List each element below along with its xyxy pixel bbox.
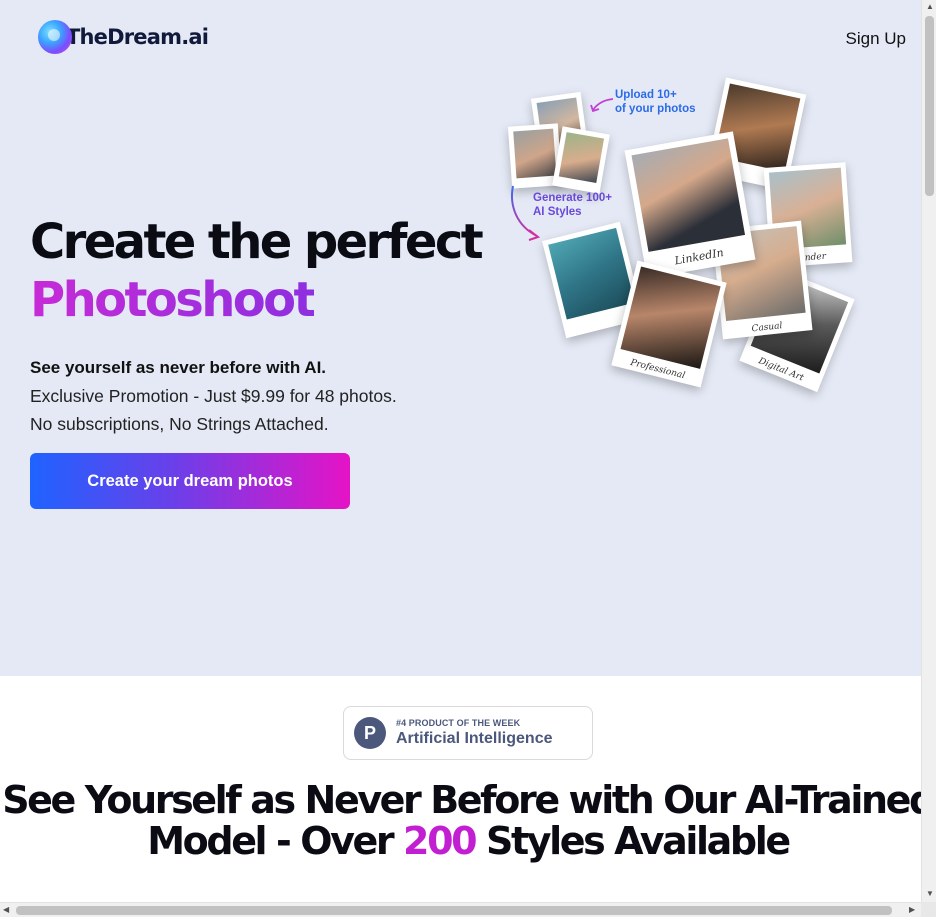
photo-linkedin: LinkedIn bbox=[624, 131, 756, 279]
generate-arrow-icon bbox=[511, 185, 541, 241]
create-dream-photos-button[interactable]: Create your dream photos bbox=[30, 453, 350, 509]
scroll-right-icon[interactable]: ▶ bbox=[909, 906, 915, 914]
logo-mark-icon bbox=[38, 20, 72, 54]
product-hunt-rank: #4 PRODUCT OF THE WEEK bbox=[396, 718, 521, 728]
product-hunt-badge[interactable]: P #4 PRODUCT OF THE WEEK Artificial Inte… bbox=[343, 706, 593, 760]
upload-annotation-line2: of your photos bbox=[615, 103, 696, 115]
features-heading-line2-post: Styles Available bbox=[475, 819, 791, 863]
hero-title-accent: Photoshoot bbox=[30, 272, 317, 328]
upload-arrow-icon bbox=[590, 98, 614, 113]
styles-count: 200 bbox=[403, 819, 478, 863]
upload-annotation-line1: Upload 10+ bbox=[615, 89, 677, 101]
logo-text: TheDream.ai bbox=[66, 25, 209, 49]
generate-annotation: Generate 100+ AI Styles bbox=[533, 191, 612, 219]
vertical-scroll-thumb[interactable] bbox=[925, 16, 934, 196]
product-hunt-category: Artificial Intelligence bbox=[396, 730, 553, 747]
product-hunt-text: #4 PRODUCT OF THE WEEK Artificial Intell… bbox=[396, 718, 552, 748]
hero-section: TheDream.ai Sign Up Create the perfect P… bbox=[0, 0, 921, 676]
upload-photo-3 bbox=[552, 126, 610, 194]
hero-lead: See yourself as never before with AI. bbox=[30, 358, 327, 377]
hero-collage: Upload 10+ of your photos Generate 100+ … bbox=[505, 70, 865, 393]
features-section: P #4 PRODUCT OF THE WEEK Artificial Inte… bbox=[0, 676, 921, 902]
features-heading: See Yourself as Never Before with Our AI… bbox=[0, 780, 921, 862]
horizontal-scrollbar[interactable]: ◀ ▶ bbox=[0, 902, 921, 917]
scroll-left-icon[interactable]: ◀ bbox=[3, 906, 9, 914]
vertical-scrollbar[interactable]: ▲ ▼ bbox=[921, 0, 936, 902]
scroll-down-icon[interactable]: ▼ bbox=[926, 890, 934, 898]
hero-no-subscriptions: No subscriptions, No Strings Attached. bbox=[30, 414, 329, 434]
hero-promo: Exclusive Promotion - Just $9.99 for 48 … bbox=[30, 386, 397, 406]
upload-annotation: Upload 10+ of your photos bbox=[615, 88, 696, 116]
scroll-up-icon[interactable]: ▲ bbox=[926, 3, 934, 11]
features-heading-line1: See Yourself as Never Before with Our AI… bbox=[2, 778, 921, 822]
page-viewport: TheDream.ai Sign Up Create the perfect P… bbox=[0, 0, 921, 902]
generate-annotation-line1: Generate 100+ bbox=[533, 192, 612, 204]
scrollbar-corner bbox=[921, 902, 936, 917]
features-heading-line2-pre: Model - Over bbox=[147, 819, 404, 863]
logo[interactable]: TheDream.ai bbox=[38, 20, 209, 54]
signup-link[interactable]: Sign Up bbox=[846, 29, 906, 49]
hero-title: Create the perfect bbox=[30, 214, 484, 270]
product-hunt-icon: P bbox=[354, 717, 386, 749]
horizontal-scroll-thumb[interactable] bbox=[16, 906, 892, 915]
